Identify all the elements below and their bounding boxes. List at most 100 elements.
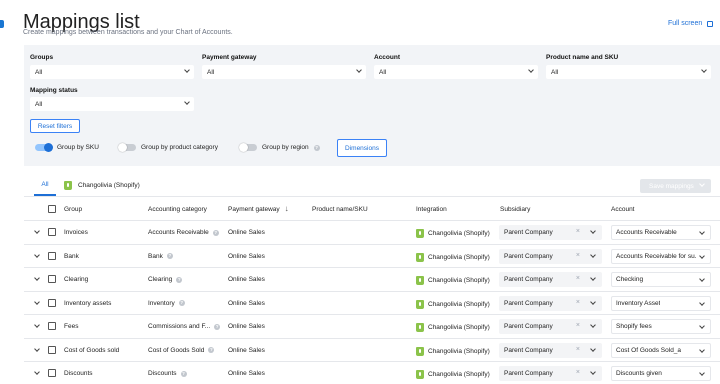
info-icon[interactable]: ? bbox=[176, 276, 183, 283]
account-select[interactable]: Shopify fees bbox=[611, 319, 711, 334]
cell-payment-gateway: Online Sales bbox=[228, 347, 265, 354]
account-value: Checking bbox=[616, 276, 644, 283]
reset-filters-button[interactable]: Reset filters bbox=[30, 119, 80, 133]
cell-group: Clearing bbox=[64, 276, 88, 283]
table-row[interactable]: Fees Commissions and F...? Online Sales Cha… bbox=[24, 315, 720, 339]
chevron-down-icon bbox=[699, 370, 705, 376]
row-checkbox[interactable] bbox=[48, 251, 56, 260]
category-text: Bank bbox=[148, 252, 163, 260]
info-icon[interactable]: ? bbox=[214, 323, 221, 330]
table-row[interactable]: Discounts Discounts? Online Sales Changoliv… bbox=[24, 362, 720, 384]
clear-icon[interactable]: × bbox=[576, 369, 580, 376]
shopify-icon bbox=[416, 276, 424, 285]
cell-payment-gateway: Online Sales bbox=[228, 300, 265, 307]
account-select[interactable]: Accounts Receivable for su... bbox=[611, 248, 711, 264]
row-checkbox[interactable] bbox=[48, 275, 56, 283]
mapping-status-filter-select[interactable]: All bbox=[30, 97, 194, 111]
gateway-text: Online Sales bbox=[228, 229, 265, 236]
info-icon[interactable]: ? bbox=[208, 347, 215, 353]
column-header-accounting-category[interactable]: Accounting category bbox=[148, 206, 207, 213]
column-header-product[interactable]: Product name/SKU bbox=[312, 206, 368, 213]
shopify-icon bbox=[416, 299, 424, 309]
row-checkbox[interactable] bbox=[48, 322, 56, 330]
account-select[interactable]: Inventory Asset bbox=[611, 295, 711, 311]
expand-row-chevron-icon[interactable] bbox=[34, 251, 40, 258]
info-icon[interactable]: ? bbox=[180, 370, 187, 377]
account-filter-select[interactable]: All bbox=[374, 65, 538, 79]
subsidiary-select[interactable]: Parent Company × bbox=[499, 272, 602, 287]
expand-row-chevron-icon[interactable] bbox=[34, 322, 40, 328]
info-icon[interactable]: ? bbox=[178, 300, 185, 306]
group-by-region-toggle[interactable]: Group by region ? bbox=[239, 143, 320, 152]
row-checkbox[interactable] bbox=[48, 369, 56, 377]
subsidiary-select[interactable]: Parent Company × bbox=[499, 225, 602, 240]
product-filter-select[interactable]: All bbox=[546, 65, 711, 79]
column-header-integration[interactable]: Integration bbox=[416, 206, 447, 213]
account-value: Accounts Receivable bbox=[616, 229, 677, 236]
chevron-down-icon bbox=[590, 228, 596, 234]
payment-gateway-filter-select[interactable]: All bbox=[202, 65, 366, 79]
cell-integration: Changolivia (Shopify) bbox=[416, 346, 490, 356]
clear-icon[interactable]: × bbox=[576, 252, 580, 259]
clear-icon[interactable]: × bbox=[576, 299, 580, 306]
subsidiary-select[interactable]: Parent Company × bbox=[499, 248, 602, 264]
account-select[interactable]: Accounts Receivable bbox=[611, 225, 711, 240]
table-row[interactable]: Bank Bank? Online Sales Changolivia (Shopif… bbox=[24, 245, 720, 268]
clear-icon[interactable]: × bbox=[576, 346, 580, 353]
info-icon[interactable]: ? bbox=[313, 144, 320, 151]
account-select[interactable]: Discounts given bbox=[611, 366, 711, 381]
column-header-group[interactable]: Group bbox=[64, 206, 82, 213]
table-row[interactable]: Inventory assets Inventory? Online Sales Ch… bbox=[24, 292, 720, 315]
groups-filter-select[interactable]: All bbox=[30, 65, 194, 79]
gateway-text: Online Sales bbox=[228, 299, 265, 307]
expand-row-chevron-icon[interactable] bbox=[34, 228, 40, 234]
chevron-down-icon bbox=[699, 181, 705, 187]
select-all-checkbox[interactable] bbox=[48, 205, 56, 213]
table-row[interactable]: Clearing Clearing? Online Sales Changolivia… bbox=[24, 268, 720, 292]
account-value: Shopify fees bbox=[616, 323, 652, 330]
group-by-sku-toggle[interactable]: Group by SKU bbox=[35, 143, 99, 152]
expand-row-chevron-icon[interactable] bbox=[34, 345, 40, 352]
row-checkbox[interactable] bbox=[48, 345, 56, 354]
dimensions-button[interactable]: Dimensions bbox=[337, 139, 387, 157]
chevron-down-icon bbox=[590, 298, 596, 305]
account-select[interactable]: Checking bbox=[611, 272, 711, 287]
group-text: Inventory assets bbox=[64, 299, 112, 307]
column-header-subsidiary[interactable]: Subsidiary bbox=[500, 206, 530, 213]
fullscreen-button[interactable]: Full screen bbox=[668, 20, 714, 27]
group-by-category-toggle[interactable]: Group by product category bbox=[118, 143, 218, 152]
tab-changolivia-shopify[interactable]: Changolivia (Shopify) bbox=[64, 175, 140, 196]
account-value: Accounts Receivable for su... bbox=[616, 252, 696, 260]
save-mappings-button[interactable]: Save mappings bbox=[640, 179, 711, 193]
clear-icon[interactable]: × bbox=[576, 228, 580, 235]
table-row[interactable]: Invoices Accounts Receivable? Online Sales… bbox=[24, 221, 720, 245]
clear-icon[interactable]: × bbox=[576, 322, 580, 329]
shopify-icon bbox=[416, 229, 424, 238]
table-row[interactable]: Cost of Goods sold Cost of Goods Sold? Onl… bbox=[24, 339, 720, 362]
info-icon[interactable]: ? bbox=[166, 253, 173, 259]
cell-accounting-category: Clearing? bbox=[148, 276, 183, 283]
subsidiary-select[interactable]: Parent Company × bbox=[499, 295, 602, 311]
cell-payment-gateway: Online Sales bbox=[228, 323, 265, 330]
cell-accounting-category: Bank? bbox=[148, 253, 173, 260]
payment-gateway-filter-value: All bbox=[207, 68, 215, 76]
row-checkbox[interactable] bbox=[48, 228, 56, 236]
subsidiary-select[interactable]: Parent Company × bbox=[499, 366, 602, 381]
subsidiary-value: Parent Company bbox=[504, 252, 553, 260]
clear-icon[interactable]: × bbox=[576, 275, 580, 282]
subsidiary-select[interactable]: Parent Company × bbox=[499, 342, 602, 358]
row-checkbox[interactable] bbox=[48, 298, 56, 307]
column-header-payment-gateway[interactable]: Payment gateway ↓ bbox=[228, 204, 289, 213]
table-body: Invoices Accounts Receivable? Online Sales… bbox=[24, 221, 720, 384]
subsidiary-select[interactable]: Parent Company × bbox=[499, 319, 602, 334]
sort-down-icon[interactable]: ↓ bbox=[285, 204, 289, 213]
expand-row-chevron-icon[interactable] bbox=[34, 275, 40, 281]
account-select[interactable]: Cost Of Goods Sold_a bbox=[611, 342, 711, 358]
cell-integration: Changolivia (Shopify) bbox=[416, 323, 490, 332]
cell-payment-gateway: Online Sales bbox=[228, 229, 265, 236]
column-header-account[interactable]: Account bbox=[611, 206, 635, 213]
tab-all[interactable]: All bbox=[34, 175, 56, 196]
expand-row-chevron-icon[interactable] bbox=[34, 369, 40, 375]
info-icon[interactable]: ? bbox=[212, 229, 219, 236]
expand-row-chevron-icon[interactable] bbox=[34, 298, 40, 305]
